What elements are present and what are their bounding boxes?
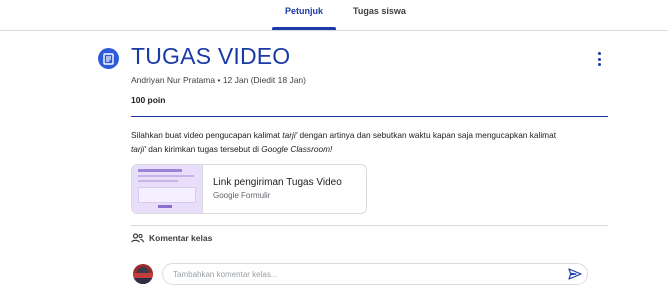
- avatar: [133, 264, 153, 284]
- post-date: 12 Jan (Diedit 18 Jan): [222, 75, 306, 85]
- meta-separator: •: [217, 75, 221, 85]
- comment-input[interactable]: [162, 263, 588, 285]
- top-divider: [0, 30, 668, 31]
- comments-divider: [131, 225, 608, 226]
- assignment-meta: Andriyan Nur Pratama • 12 Jan (Diedit 18…: [131, 75, 306, 85]
- assignment-icon: [98, 48, 119, 69]
- tab-tugas-siswa[interactable]: Tugas siswa: [353, 6, 406, 16]
- class-comments-header: Komentar kelas: [131, 233, 212, 243]
- assignment-points: 100 poin: [131, 95, 166, 105]
- attachment-type: Google Formulir: [213, 191, 271, 200]
- top-tabs: Petunjuk Tugas siswa: [0, 0, 668, 30]
- send-icon[interactable]: [568, 268, 582, 280]
- more-vert-icon[interactable]: [594, 51, 604, 67]
- assignment-description: Silahkan buat video pengucapan kalimat t…: [131, 130, 557, 154]
- author-name: Andriyan Nur Pratama: [131, 75, 216, 85]
- attachment-title[interactable]: Link pengiriman Tugas Video: [213, 177, 342, 188]
- form-thumbnail: [132, 165, 203, 213]
- tab-petunjuk[interactable]: Petunjuk: [285, 6, 323, 16]
- assignment-title: TUGAS VIDEO: [131, 43, 291, 69]
- header-divider: [131, 116, 608, 117]
- comments-heading: Komentar kelas: [149, 233, 213, 243]
- attachment-card[interactable]: Link pengiriman Tugas Video Google Formu…: [131, 164, 367, 214]
- people-icon: [131, 233, 144, 243]
